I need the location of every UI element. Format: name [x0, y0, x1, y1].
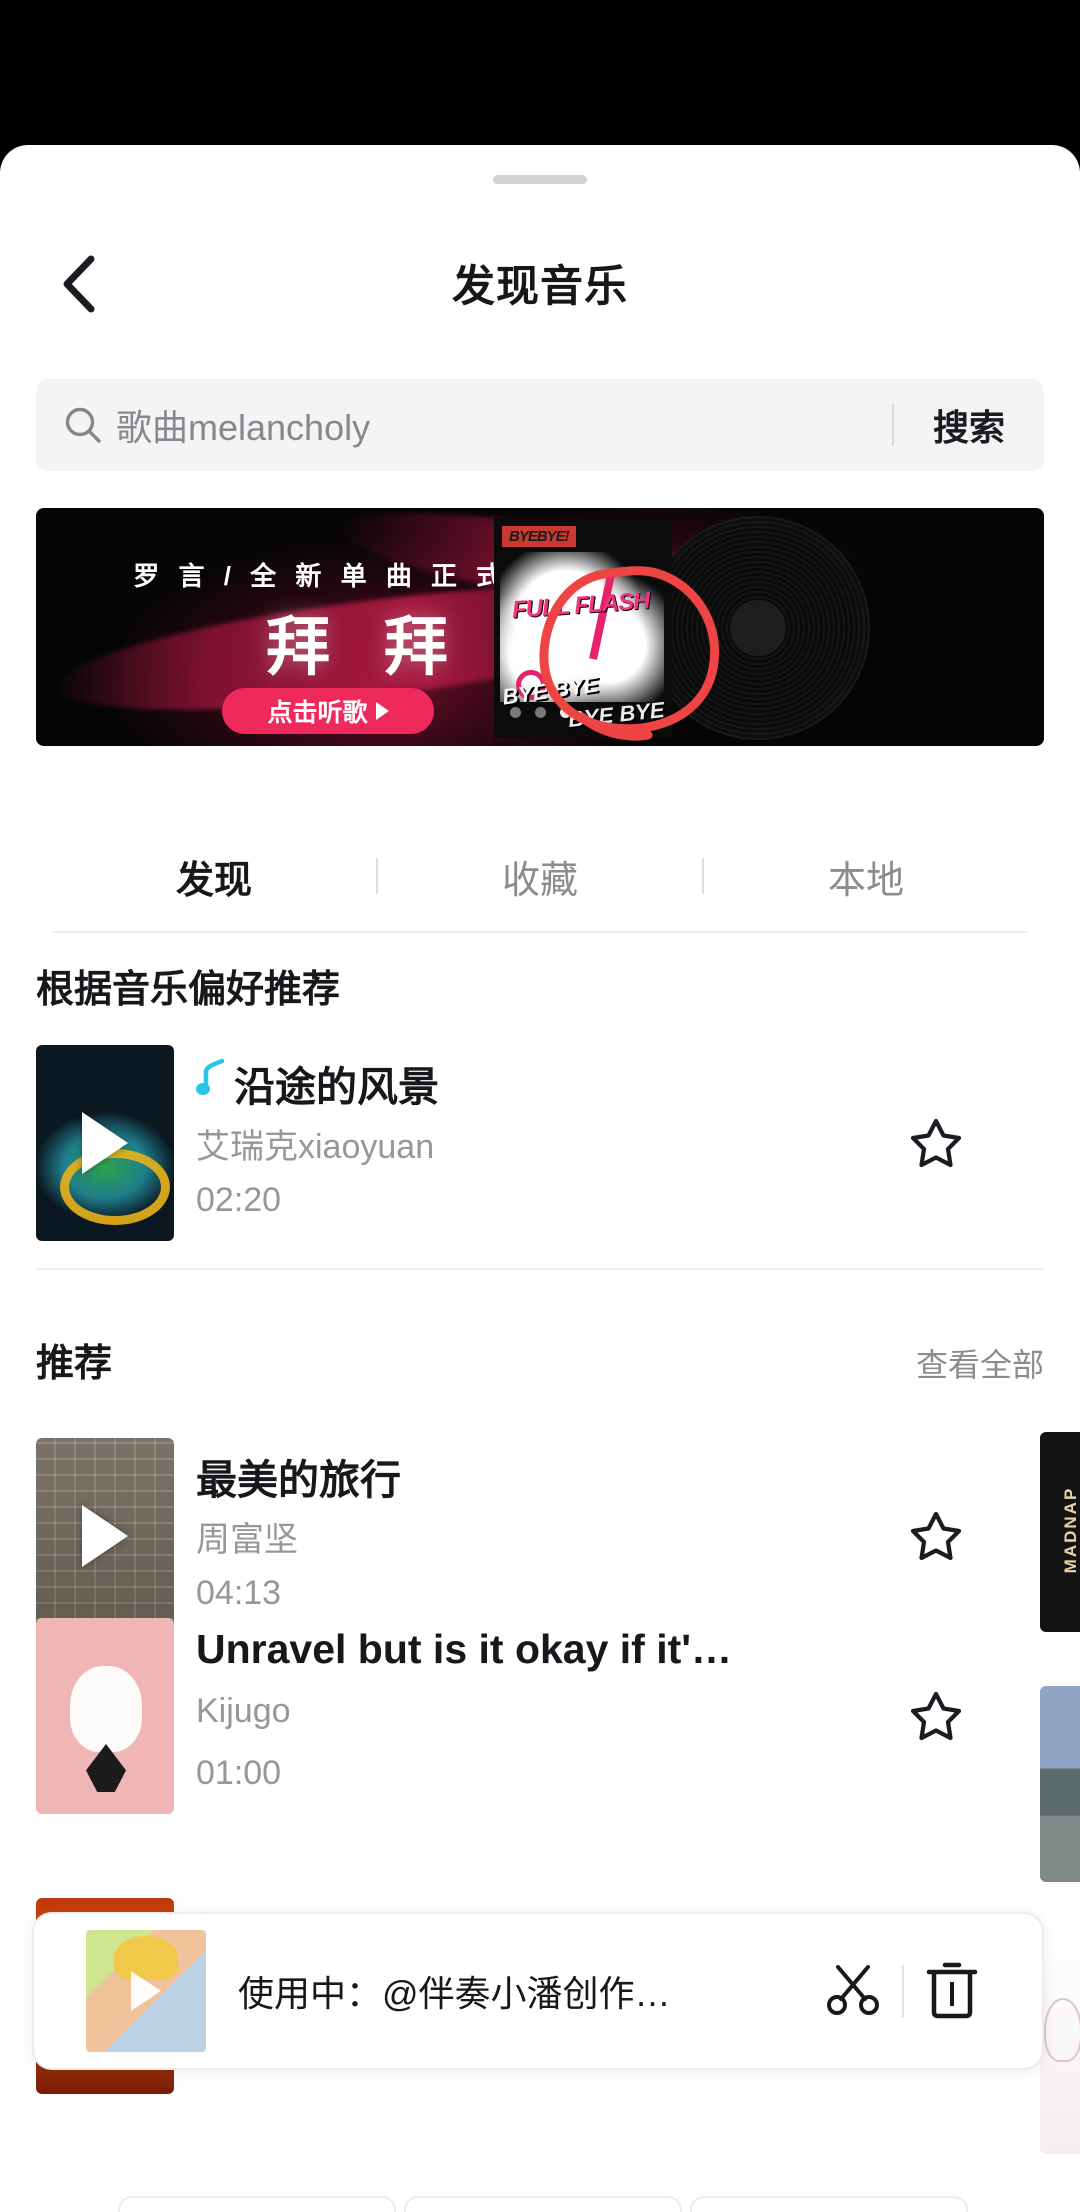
bottom-chip[interactable]	[690, 2196, 968, 2212]
song-artist: 周富坚	[196, 1521, 298, 1559]
trim-audio-button[interactable]	[806, 1959, 902, 2024]
song-duration: 02:20	[196, 1181, 282, 1219]
star-outline-icon[interactable]	[908, 1688, 964, 1744]
tab-discover[interactable]: 发现	[52, 849, 376, 904]
song-title-wrap: 最美的旅行	[196, 1446, 401, 1506]
peek-thumbnail-label: MADNAP	[1061, 1486, 1080, 1574]
bottom-chip[interactable]	[118, 2196, 396, 2212]
play-triangle-icon	[131, 1971, 161, 2011]
song-title: 沿途的风景	[234, 1064, 439, 1110]
song-duration: 01:00	[196, 1754, 282, 1792]
page-title: 发现音乐	[452, 263, 628, 311]
song-artist: 艾瑞克xiaoyuan	[196, 1128, 435, 1166]
peek-thumbnail-drawing[interactable]	[1040, 1958, 1080, 2154]
song-title-wrap: Unravel but is it okay if it'…	[196, 1626, 732, 1673]
tab-bar: 发现 收藏 本地	[52, 830, 1028, 922]
peek-thumbnail-person[interactable]	[1040, 1686, 1080, 1882]
album-cover-art: BYEBYE! FULL FLASH BYE BYE BYE BYE	[494, 518, 672, 738]
song-row[interactable]: 最美的旅行 周富坚 04:13	[0, 1438, 1080, 1634]
song-thumbnail[interactable]	[36, 1438, 174, 1634]
song-title: 最美的旅行	[196, 1457, 401, 1503]
search-button[interactable]: 搜索	[894, 399, 1044, 451]
now-playing-bar[interactable]: 使用中：@伴奏小潘创作…	[32, 1912, 1044, 2070]
album-tag-label: BYEBYE!	[502, 526, 576, 547]
carousel-dot[interactable]	[534, 707, 546, 718]
play-triangle-icon	[82, 1505, 128, 1567]
section-title-preference: 根据音乐偏好推荐	[36, 969, 341, 1011]
carousel-dots	[36, 707, 1044, 718]
song-thumbnail[interactable]	[36, 1045, 174, 1241]
song-title-wrap: 沿途的风景	[196, 1053, 439, 1113]
tab-favorites[interactable]: 收藏	[378, 849, 702, 904]
row-divider	[36, 1268, 1044, 1270]
star-outline-icon[interactable]	[908, 1508, 964, 1564]
song-title: Unravel but is it okay if it'…	[196, 1626, 733, 1672]
play-triangle-icon	[82, 1112, 128, 1174]
sheet-drag-handle[interactable]	[493, 175, 587, 184]
app-root: 发现音乐 歌曲melancholy 搜索 罗 言 / 全 新 单 曲 正 式 上…	[0, 0, 1080, 2212]
song-artist: Kijugo	[196, 1692, 291, 1730]
sheet-backdrop[interactable]	[0, 0, 1080, 145]
song-row[interactable]: Unravel but is it okay if it'… Kijugo 01…	[0, 1618, 1080, 1814]
song-thumbnail[interactable]	[36, 1618, 174, 1814]
scissors-icon	[824, 1959, 884, 2024]
song-duration: 04:13	[196, 1574, 282, 1612]
bottom-chip-bar	[118, 2196, 968, 2212]
promo-banner[interactable]: 罗 言 / 全 新 单 曲 正 式 上 线 拜 拜 点击听歌 BYEBYE! F…	[36, 508, 1044, 746]
trash-icon	[923, 1958, 981, 2025]
tab-local[interactable]: 本地	[704, 849, 1028, 904]
carousel-dot-active[interactable]	[559, 707, 571, 718]
search-bar[interactable]: 歌曲melancholy 搜索	[36, 379, 1044, 471]
star-outline-icon[interactable]	[908, 1115, 964, 1171]
tab-underline	[52, 931, 1028, 933]
delete-audio-button[interactable]	[904, 1958, 1000, 2025]
bottom-chip[interactable]	[404, 2196, 682, 2212]
carousel-dot[interactable]	[509, 707, 521, 718]
now-playing-label: 使用中：@伴奏小潘创作…	[238, 1973, 671, 2014]
view-all-link[interactable]: 查看全部	[916, 1340, 1044, 1386]
search-input[interactable]: 歌曲melancholy	[116, 399, 892, 451]
section-title-recommend: 推荐	[36, 1343, 113, 1385]
now-playing-thumbnail[interactable]	[86, 1930, 206, 2052]
song-row[interactable]: 沿途的风景 艾瑞克xiaoyuan 02:20	[0, 1045, 1080, 1241]
search-icon	[62, 404, 104, 446]
music-note-icon	[196, 1058, 226, 1108]
peek-thumbnail-madnap[interactable]: MADNAP	[1040, 1432, 1080, 1632]
